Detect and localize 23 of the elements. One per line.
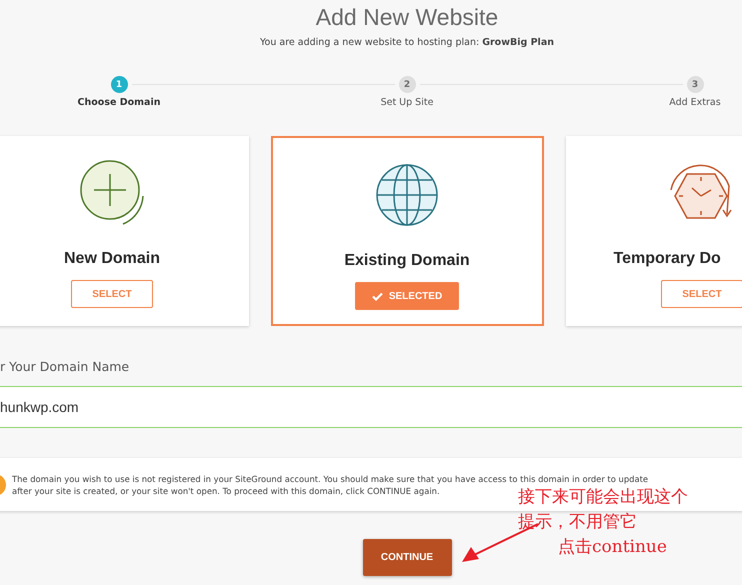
annotation-text: 点击continue xyxy=(558,536,668,559)
plan-subtitle: You are adding a new website to hosting plan: GrowBig Plan xyxy=(260,37,554,48)
page-title: Add New Website xyxy=(316,4,498,31)
step-label: Choose Domain xyxy=(78,97,160,108)
notice-text: The domain you wish to use is not registered in your SiteGround account. You should make sure that you have access to this domain in order to update xyxy=(12,474,648,484)
option-card[interactable]: New Domain SELECT xyxy=(0,136,248,326)
option-card[interactable]: Existing Domain SELECTED xyxy=(270,136,544,326)
step-label: Add Extras xyxy=(669,97,721,108)
step-number: 3 xyxy=(686,76,704,93)
continue-button[interactable]: CONTINUE xyxy=(362,539,452,576)
annotation-text: 提示，不用管它 xyxy=(518,511,638,534)
domain-input-field[interactable]: hunkwp.com xyxy=(0,386,742,428)
option-card[interactable]: Temporary Do SELECT xyxy=(566,136,742,326)
card-title: Existing Domain xyxy=(344,252,470,270)
step-number: 1 xyxy=(110,76,128,93)
card-title: Temporary Do xyxy=(614,250,721,268)
card-title: New Domain xyxy=(64,250,160,268)
annotation-text: 接下来可能会出现这个 xyxy=(518,486,688,509)
notice-text: after your site is created, or your site won't open. To proceed with this domain, click CONTINUE again. xyxy=(12,486,441,496)
step-number: 2 xyxy=(398,76,416,93)
step-label: Set Up Site xyxy=(380,97,434,108)
check-icon xyxy=(372,292,383,300)
field-label: r Your Domain Name xyxy=(0,359,130,374)
